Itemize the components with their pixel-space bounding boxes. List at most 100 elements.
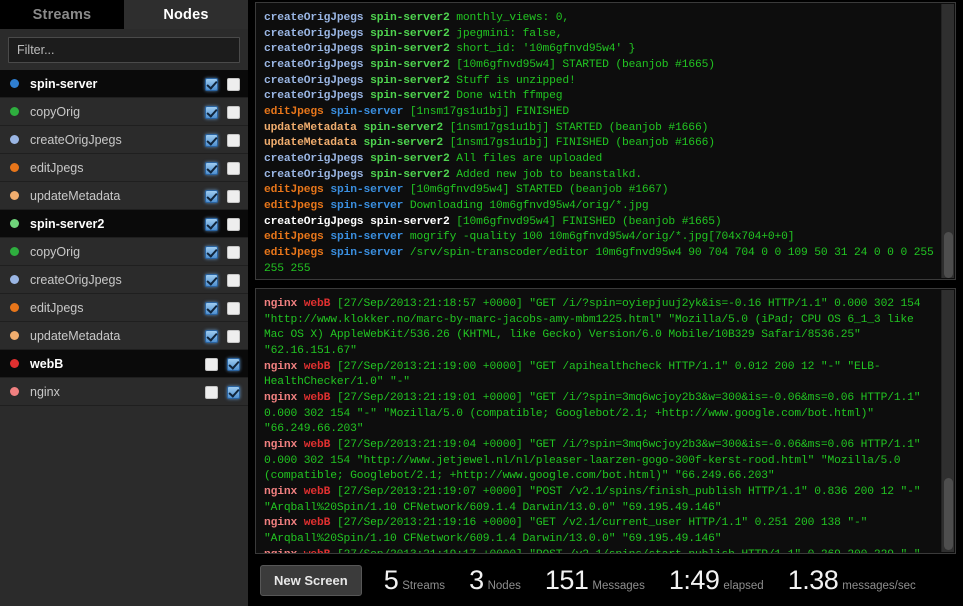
node-checkbox-left[interactable] — [205, 161, 218, 175]
node-row[interactable]: createOrigJpegs — [0, 266, 248, 294]
node-checkbox-left[interactable] — [205, 133, 218, 147]
status-dot-icon — [10, 303, 19, 312]
log-message: Downloading 10m6gfnvd95w4/orig/*.jpg — [409, 199, 649, 212]
log-line: editJpegs spin-server mogrify -quality 1… — [264, 230, 935, 246]
node-checkbox-left[interactable] — [205, 385, 218, 399]
node-checkbox-right[interactable] — [227, 273, 240, 287]
node-checkbox-right[interactable] — [227, 245, 240, 259]
status-dot-icon — [10, 135, 19, 144]
log-node: spin-server — [330, 246, 404, 259]
log-message: [1nsm17gs1u1bj] FINISHED — [409, 105, 569, 118]
node-checkbox-left[interactable] — [205, 77, 218, 91]
log-message: Added new job to beanstalkd. — [456, 168, 642, 181]
node-row[interactable]: updateMetadata — [0, 322, 248, 350]
scrollbar-thumb-top[interactable] — [944, 232, 953, 278]
node-checkbox-left[interactable] — [205, 105, 218, 119]
node-checkbox-right[interactable] — [227, 329, 240, 343]
node-checkbox-left[interactable] — [205, 245, 218, 259]
log-lines-bottom: nginx webB [27/Sep/2013:21:18:57 +0000] … — [264, 297, 935, 553]
node-checkbox-right[interactable] — [227, 385, 240, 399]
node-checkbox-right[interactable] — [227, 77, 240, 91]
node-checkbox-right[interactable] — [227, 301, 240, 315]
log-node: spin-server2 — [370, 43, 450, 56]
log-source: createOrigJpegs — [264, 12, 364, 24]
log-source: nginx — [264, 517, 298, 530]
log-panel-top-content: createOrigJpegs spin-server2 total_views… — [256, 3, 941, 279]
log-line: createOrigJpegs spin-server2 monthly_vie… — [264, 11, 935, 27]
log-source: updateMetadata — [264, 137, 357, 150]
stat-label: Nodes — [487, 579, 521, 592]
node-checkbox-left[interactable] — [205, 189, 218, 203]
log-node: spin-server2 — [370, 152, 450, 165]
node-toggles — [205, 126, 240, 154]
node-row[interactable]: copyOrig — [0, 98, 248, 126]
log-node: webB — [303, 298, 331, 310]
tab-streams-label: Streams — [32, 6, 92, 23]
node-row[interactable]: webB — [0, 350, 248, 378]
log-line: editJpegs spin-server [1nsm17gs1u1bj] FI… — [264, 105, 935, 121]
stat-value: 1:49 — [668, 564, 720, 595]
log-source: nginx — [264, 298, 298, 310]
filter-input[interactable] — [8, 37, 240, 63]
log-line: createOrigJpegs spin-server2 [10m6gfnvd9… — [264, 58, 935, 74]
node-checkbox-right[interactable] — [227, 189, 240, 203]
scrollbar-bottom[interactable] — [941, 290, 954, 552]
log-space — [297, 486, 304, 498]
log-source: nginx — [264, 549, 297, 554]
sidebar: Streams Nodes spin-server copyOrig createO… — [0, 0, 248, 606]
log-line: nginx webB [27/Sep/2013:21:18:57 +0000] … — [264, 297, 935, 360]
log-line: nginx webB [27/Sep/2013:21:19:07 +0000] … — [264, 485, 935, 516]
log-space — [330, 439, 337, 451]
log-line: nginx webB [27/Sep/2013:21:19:04 +0000] … — [264, 438, 935, 485]
node-checkbox-left[interactable] — [205, 217, 218, 231]
log-line-clipped: nginx webB [27/Sep/2013:21:18:52 +0000] … — [264, 289, 935, 297]
node-checkbox-right[interactable] — [227, 105, 240, 119]
node-row[interactable]: createOrigJpegs — [0, 126, 248, 154]
log-source: createOrigJpegs — [264, 43, 364, 56]
node-label: createOrigJpegs — [30, 272, 122, 287]
log-space — [297, 439, 304, 451]
node-list: spin-server copyOrig createOrigJpegs editJp… — [0, 70, 248, 406]
node-row[interactable]: copyOrig — [0, 238, 248, 266]
node-checkbox-left[interactable] — [205, 273, 218, 287]
log-message: [27/Sep/2013:21:19:01 +0000] "GET /i/?sp… — [264, 391, 927, 436]
tab-streams[interactable]: Streams — [0, 0, 124, 29]
tab-nodes[interactable]: Nodes — [124, 0, 248, 29]
node-toggles — [205, 350, 240, 378]
node-label: nginx — [30, 384, 60, 399]
node-row[interactable]: updateMetadata — [0, 182, 248, 210]
node-toggles — [205, 266, 240, 294]
log-node: spin-server — [330, 231, 404, 244]
node-row[interactable]: spin-server2 — [0, 210, 248, 238]
node-checkbox-left[interactable] — [205, 357, 218, 371]
log-line: createOrigJpegs spin-server2 Done with f… — [264, 89, 935, 105]
node-checkbox-right[interactable] — [227, 357, 240, 371]
node-row[interactable]: nginx — [0, 378, 248, 406]
node-row[interactable]: editJpegs — [0, 154, 248, 182]
node-label: copyOrig — [30, 104, 81, 119]
node-checkbox-right[interactable] — [227, 161, 240, 175]
node-label: editJpegs — [30, 300, 84, 315]
status-bar: New Screen 5 Streams 3 Nodes 151 Messages 1:49… — [248, 554, 963, 606]
node-toggles — [205, 154, 240, 182]
new-screen-button[interactable]: New Screen — [260, 564, 362, 596]
log-source: nginx — [264, 438, 298, 451]
node-checkbox-left[interactable] — [205, 329, 218, 343]
log-node: spin-server — [330, 199, 404, 212]
scrollbar-thumb-bottom[interactable] — [944, 478, 953, 550]
node-checkbox-right[interactable] — [227, 217, 240, 231]
node-checkbox-left[interactable] — [205, 301, 218, 315]
log-node: webB — [303, 485, 331, 498]
stat-value: 151 — [544, 564, 589, 595]
log-panel-bottom-content: nginx webB [27/Sep/2013:21:18:52 +0000] … — [256, 289, 941, 553]
log-space — [330, 361, 337, 373]
log-line: updateMetadata spin-server2 [1nsm17gs1u1… — [264, 136, 935, 152]
node-row[interactable]: spin-server — [0, 70, 248, 98]
node-row[interactable]: editJpegs — [0, 294, 248, 322]
scrollbar-top[interactable] — [941, 4, 954, 278]
log-line: nginx webB [27/Sep/2013:21:19:01 +0000] … — [264, 391, 935, 438]
node-label: webB — [30, 356, 64, 371]
node-checkbox-right[interactable] — [227, 133, 240, 147]
log-node: spin-server — [330, 105, 404, 118]
log-space — [297, 392, 304, 404]
